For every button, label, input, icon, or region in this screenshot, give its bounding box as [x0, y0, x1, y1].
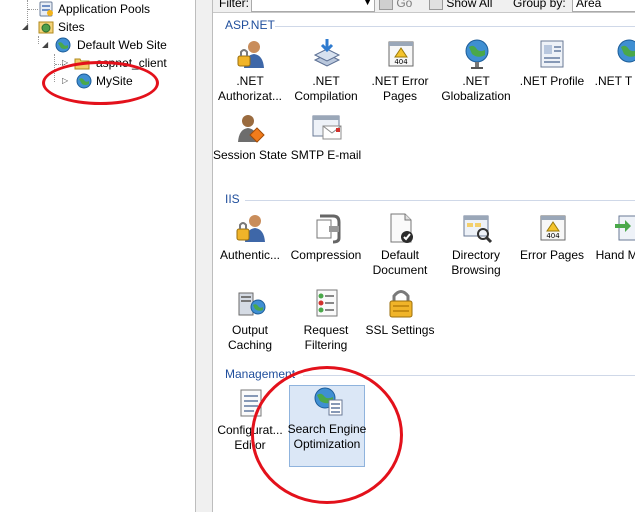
request-filtering-icon [311, 287, 343, 319]
compilation-icon [311, 38, 343, 70]
seo-icon [312, 386, 344, 418]
folder-icon [74, 55, 90, 71]
feature-compression[interactable]: Compression [289, 212, 363, 272]
chevron-collapsed-icon[interactable]: ▷ [62, 77, 70, 85]
show-all-icon [429, 0, 443, 10]
feature-label: .NET Profile [519, 74, 585, 88]
section-divider [303, 375, 635, 376]
svg-text:404: 404 [546, 232, 560, 240]
trust-level-icon [613, 38, 635, 70]
show-all-button[interactable]: Show All [429, 0, 492, 12]
feature-label: .NET Globalization [441, 74, 511, 103]
feature-label: Search Engine Optimization [287, 422, 367, 451]
feature-session-state[interactable]: Session State [213, 112, 287, 164]
feature-label: SMTP E-mail [290, 148, 362, 162]
feature-label: Session State [212, 148, 288, 162]
feature-net-error-pages[interactable]: 404 .NET Error Pages [363, 38, 437, 103]
globe-icon [76, 73, 92, 89]
feature-authentication[interactable]: Authentic... [213, 212, 287, 272]
feature-label: Authentic... [219, 248, 281, 262]
feature-configuration-editor[interactable]: Configurat... Editor [213, 387, 287, 452]
feature-ssl-settings[interactable]: SSL Settings [363, 287, 437, 337]
feature-label: Default Document [372, 248, 428, 277]
feature-output-caching[interactable]: Output Caching [213, 287, 287, 352]
feature-label: .NET Error Pages [371, 74, 429, 103]
chevron-expanded-icon[interactable]: ◢ [22, 23, 30, 31]
feature-default-document[interactable]: Default Document [363, 212, 437, 277]
feature-label: Configurat... Editor [217, 423, 283, 452]
feature-label: Error Pages [519, 248, 585, 262]
error-page-404-icon: 404 [537, 212, 569, 244]
feature-net-authorization[interactable]: .NET Authorizat... [213, 38, 287, 103]
section-title-iis: IIS [225, 192, 240, 206]
globalization-icon [461, 38, 493, 70]
feature-smtp-email[interactable]: SMTP E-mail [289, 112, 363, 164]
profile-icon [537, 38, 569, 70]
dropdown-arrow-icon[interactable]: ▼ [363, 0, 372, 7]
globe-icon [55, 37, 71, 53]
tree-item-label: Default Web Site [77, 38, 167, 52]
feature-label: Compression [290, 248, 362, 262]
feature-search-engine-optimization[interactable]: Search Engine Optimization [288, 385, 366, 467]
feature-net-compilation[interactable]: .NET Compilation [289, 38, 363, 103]
section-divider [245, 200, 635, 201]
feature-directory-browsing[interactable]: Directory Browsing [439, 212, 513, 277]
feature-label: SSL Settings [365, 323, 435, 337]
feature-label: .NET Authorizat... [217, 74, 283, 103]
group-by-select[interactable]: Area [572, 0, 635, 12]
authorization-icon [235, 38, 267, 70]
feature-handler-mappings[interactable]: Hand Mappi [591, 212, 635, 272]
tree-item-label: aspnet_client [96, 56, 167, 70]
chevron-collapsed-icon[interactable]: ▷ [62, 59, 70, 67]
feature-label: Output Caching [227, 323, 273, 352]
app-pools-icon [38, 1, 54, 17]
features-view: Filter: ▼ Go Show All Group by: Area ASP… [213, 0, 635, 512]
group-by-label: Group by: [513, 0, 566, 10]
compression-icon [311, 212, 343, 244]
section-title-aspnet: ASP.NET [225, 18, 275, 32]
feature-label: Request Filtering [303, 323, 349, 352]
output-caching-icon [235, 287, 267, 319]
chevron-expanded-icon[interactable]: ◢ [42, 41, 50, 49]
tree-item-label: MySite [96, 74, 133, 88]
filter-label: Filter: [219, 0, 249, 10]
ssl-lock-icon [385, 287, 417, 319]
tree-item-label: Application Pools [58, 2, 151, 16]
section-title-management: Management [225, 367, 296, 381]
feature-net-globalization[interactable]: .NET Globalization [439, 38, 513, 103]
feature-label: Directory Browsing [451, 248, 501, 277]
filter-input[interactable]: ▼ [251, 0, 375, 12]
sites-icon [38, 19, 54, 35]
configuration-editor-icon [235, 387, 267, 419]
feature-request-filtering[interactable]: Request Filtering [289, 287, 363, 352]
authentication-icon [235, 212, 267, 244]
handler-mappings-icon [613, 212, 635, 244]
feature-net-profile[interactable]: .NET Profile [515, 38, 589, 102]
svg-text:404: 404 [394, 58, 408, 66]
smtp-email-icon [311, 112, 343, 144]
directory-browsing-icon [461, 212, 493, 244]
go-button[interactable]: Go [379, 0, 412, 12]
feature-label: .NET T Leve [594, 74, 635, 88]
feature-label: .NET Compilation [294, 74, 358, 103]
default-document-icon [385, 212, 417, 244]
tree-item-label: Sites [58, 20, 85, 34]
feature-label: Hand Mappi [595, 248, 635, 262]
section-divider [275, 26, 635, 27]
error-page-404-icon: 404 [385, 38, 417, 70]
go-icon [379, 0, 393, 10]
site-tree: Application Pools ◢ Sites ◢ Default Web … [0, 0, 195, 512]
filter-toolbar: Filter: ▼ Go Show All Group by: Area [213, 0, 635, 13]
feature-error-pages[interactable]: 404 Error Pages [515, 212, 589, 272]
feature-net-trust-levels[interactable]: .NET T Leve [591, 38, 635, 102]
session-state-icon [235, 112, 267, 144]
